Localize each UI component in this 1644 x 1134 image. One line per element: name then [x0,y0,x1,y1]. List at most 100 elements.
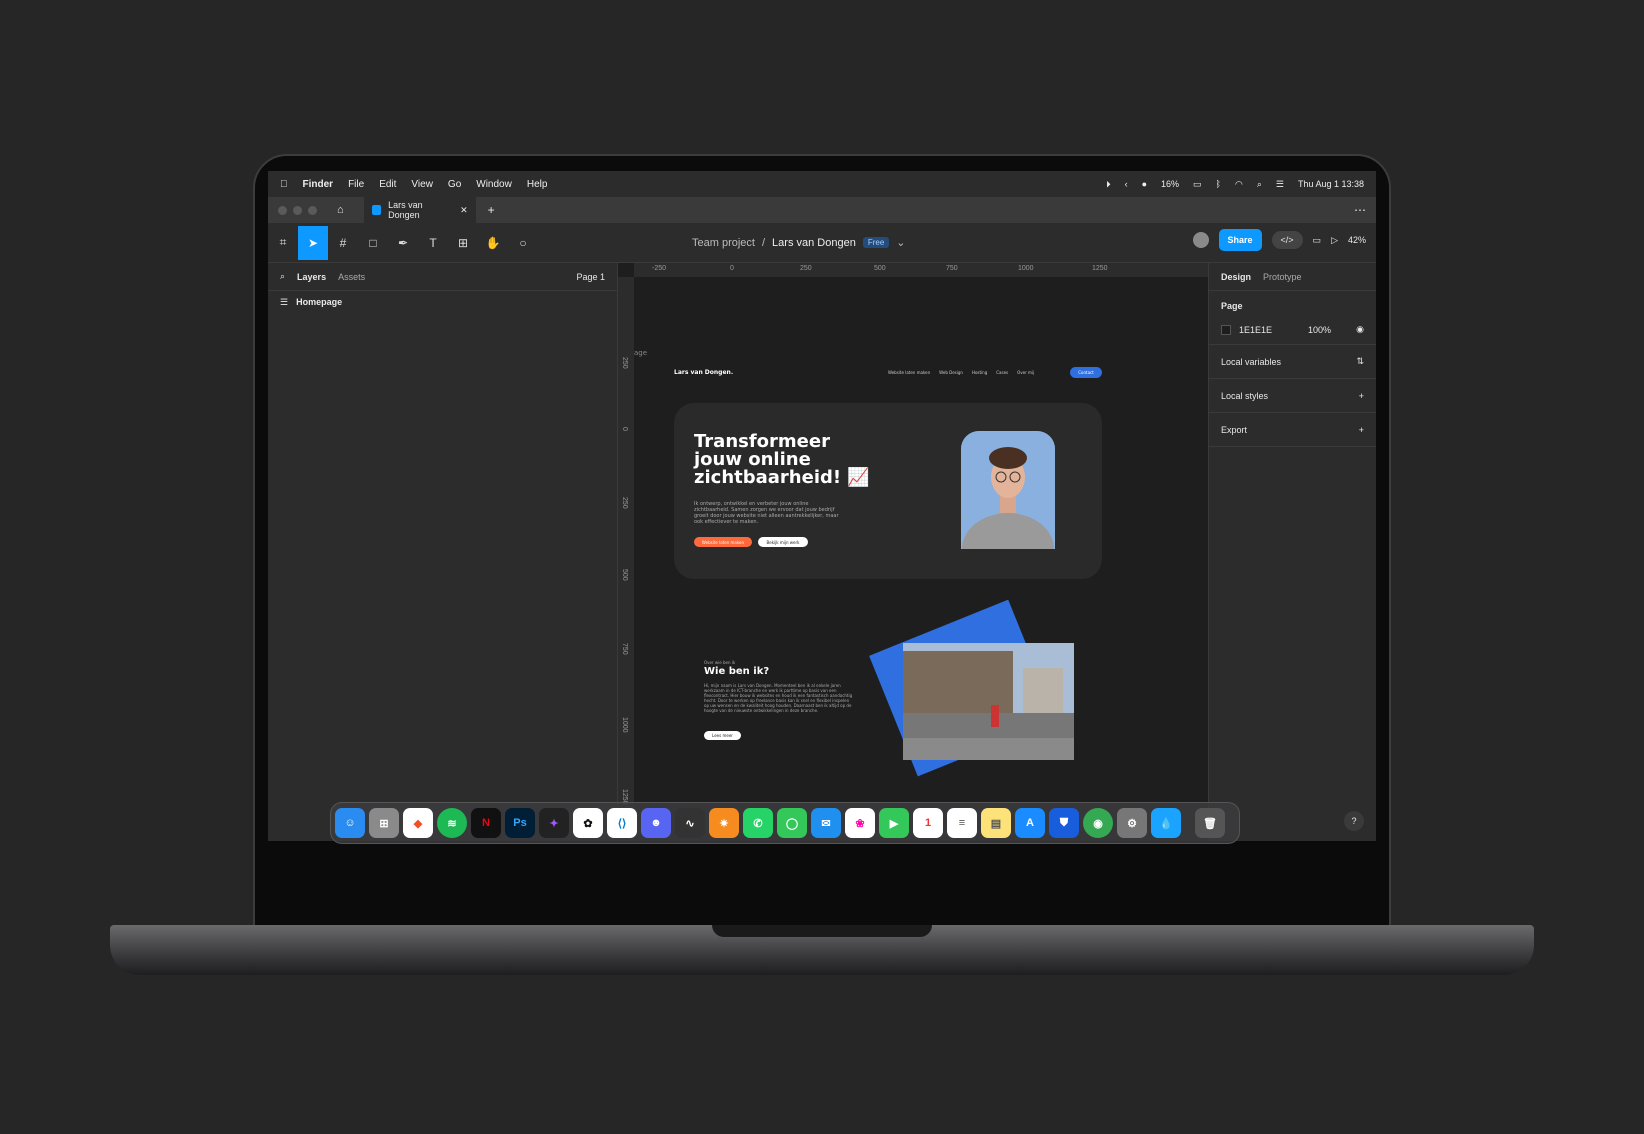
netflix-icon[interactable]: N [471,808,501,838]
tab-assets[interactable]: Assets [338,272,365,282]
page-section-label: Page [1221,301,1243,311]
mail-icon[interactable]: ✉ [811,808,841,838]
reminders-icon[interactable]: ≡ [947,808,977,838]
facetime-icon[interactable]: ▶ [879,808,909,838]
battery-icon[interactable]: ▭ [1193,179,1202,190]
avatar[interactable] [1192,232,1209,248]
file-tab[interactable]: Lars van Dongen ✕ [363,197,476,223]
settings-icon[interactable]: ⚙ [1117,808,1147,838]
home-icon[interactable]: ⌂ [337,204,344,216]
vscode-icon[interactable]: ⟨⟩ [607,808,637,838]
photoshop-icon[interactable]: Ps [505,808,535,838]
zoom-level[interactable]: 42% [1348,235,1366,245]
menu-edit[interactable]: Edit [379,179,396,190]
menu-bar:  Finder File Edit View Go Window Help ⏵… [268,171,1376,197]
canvas[interactable]: -250 0 250 500 750 1000 1250 250 0 250 5… [618,263,1208,841]
menu-go[interactable]: Go [448,179,461,190]
nav-item: Over mij [1017,370,1035,375]
library-icon[interactable]: ▭ [1313,235,1322,246]
local-styles[interactable]: Local styles [1221,391,1268,401]
apple-icon[interactable]:  [280,179,288,190]
nav-item: Website laten maken [888,370,931,375]
shape-tool-icon[interactable]: □ [358,226,388,260]
calendar-icon[interactable]: 1 [913,808,943,838]
frame-tool-icon[interactable]: # [328,226,358,260]
brave-icon[interactable]: ◆ [403,808,433,838]
local-variables[interactable]: Local variables [1221,357,1281,367]
resources-icon[interactable]: ⊞ [448,226,478,260]
chevron-down-icon[interactable]: ⌄ [896,236,905,249]
menu-file[interactable]: File [348,179,364,190]
chatgpt-icon[interactable]: ✿ [573,808,603,838]
messages-icon[interactable]: ◯ [777,808,807,838]
search-icon[interactable]: ⌕ [1257,179,1262,190]
add-style-icon[interactable]: + [1359,391,1364,401]
trash-icon[interactable]: 🗑 [1195,808,1225,838]
discord-icon[interactable]: ☻ [641,808,671,838]
drop-app-icon[interactable]: 💧 [1151,808,1181,838]
bluetooth-icon[interactable]: ᛒ [1216,179,1221,189]
main-menu-icon[interactable]: ⌗ [268,226,298,260]
figma-file-icon [371,205,382,215]
voice-icon[interactable]: ∿ [675,808,705,838]
more-icon[interactable]: ⋯ [1354,203,1366,217]
search-icon[interactable]: ⌕ [280,271,285,282]
tab-design[interactable]: Design [1221,272,1251,282]
export[interactable]: Export [1221,425,1247,435]
frame-label[interactable]: age [634,349,647,357]
nav-contact-button: Contact [1070,367,1102,378]
text-tool-icon[interactable]: T [418,226,448,260]
variables-icon[interactable]: ⇅ [1356,356,1364,367]
datetime[interactable]: Thu Aug 1 13:38 [1298,179,1364,189]
menu-window[interactable]: Window [476,179,512,190]
figma-icon[interactable]: ✦ [539,808,569,838]
menu-help[interactable]: Help [527,179,548,190]
add-export-icon[interactable]: + [1359,425,1364,435]
menu-view[interactable]: View [411,179,433,190]
page-opacity[interactable]: 100% [1308,325,1331,335]
flstudio-icon[interactable]: ✷ [709,808,739,838]
tab-prototype[interactable]: Prototype [1263,272,1302,282]
bitwarden-icon[interactable]: ⛊ [1049,808,1079,838]
pen-tool-icon[interactable]: ✒ [388,226,418,260]
menu-finder[interactable]: Finder [303,179,334,190]
wifi-icon[interactable]: ◠ [1235,179,1243,190]
appstore-icon[interactable]: A [1015,808,1045,838]
move-tool-icon[interactable]: ➤ [298,225,328,260]
drop-icon[interactable]: ● [1142,179,1147,189]
page-color[interactable]: 1E1E1E [1239,325,1272,335]
spotify-icon[interactable]: ≋ [437,808,467,838]
tab-layers[interactable]: Layers [297,272,326,282]
laptop-notch [712,925,932,937]
color-swatch[interactable] [1221,324,1231,335]
window-controls[interactable] [278,205,317,215]
finder-icon[interactable]: ☺ [335,808,365,838]
hand-tool-icon[interactable]: ✋ [478,226,508,260]
page-selector[interactable]: Page 1 [576,272,605,282]
new-tab-icon[interactable]: + [488,203,495,217]
vertical-ruler: 250 0 250 500 750 1000 1250 [618,277,634,841]
left-panel: ⌕ Layers Assets Page 1 ☰ Homepage [268,263,618,841]
present-icon[interactable]: ▷ [1331,235,1338,246]
about-button: Lees meer [704,731,741,740]
whatsapp-icon[interactable]: ✆ [743,808,773,838]
notes-icon[interactable]: ▤ [981,808,1011,838]
chevron-left-icon[interactable]: ‹ [1125,179,1128,189]
photos-icon[interactable]: ❀ [845,808,875,838]
portrait-photo [961,431,1055,549]
comment-icon[interactable]: ○ [508,226,538,260]
control-center-icon[interactable]: ☰ [1276,179,1284,190]
share-button[interactable]: Share [1218,229,1262,251]
layer-homepage[interactable]: Homepage [296,297,342,308]
help-icon[interactable]: ? [1344,811,1364,831]
dev-mode-icon[interactable]: </> [1271,231,1303,249]
site-nav: Website laten maken Web Design Hosting C… [888,370,1034,375]
chrome-icon[interactable]: ◉ [1083,808,1113,838]
play-icon[interactable]: ⏵ [1106,179,1111,190]
close-icon[interactable]: ✕ [460,205,468,216]
file-name[interactable]: Lars van Dongen [772,237,856,249]
team-name[interactable]: Team project [692,237,755,249]
about-text: Hi, mijn naam is Lars van Dongen. Moment… [704,683,853,713]
eye-icon[interactable]: ◉ [1356,324,1364,335]
launchpad-icon[interactable]: ⊞ [369,808,399,838]
